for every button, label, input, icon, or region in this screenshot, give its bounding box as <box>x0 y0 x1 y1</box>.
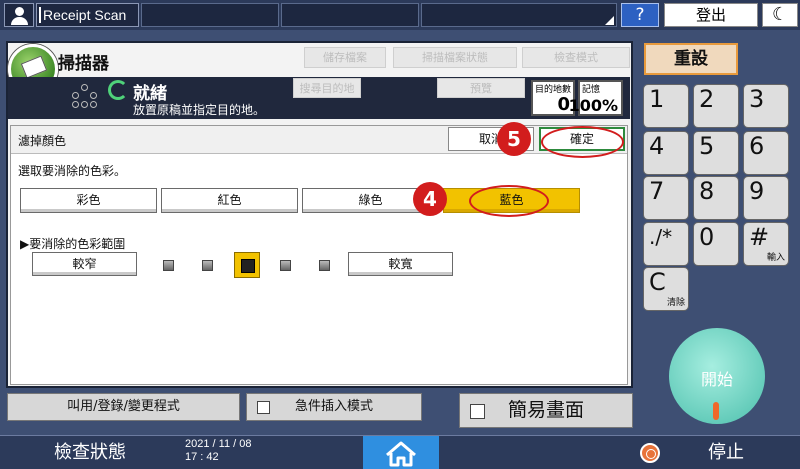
search-destination-button[interactable]: 搜尋目的地 <box>293 78 361 98</box>
key-digit: 4 <box>649 132 665 160</box>
program-button[interactable]: 叫用/登錄/變更程式 <box>7 393 240 421</box>
checkbox-icon <box>470 404 485 419</box>
key-5[interactable]: 5 <box>693 131 739 175</box>
help-button[interactable]: ? <box>621 3 659 27</box>
time-text: 17 : 42 <box>185 451 219 463</box>
reset-button[interactable]: 重設 <box>644 43 738 75</box>
key-digit: 7 <box>649 177 665 205</box>
moon-icon: ☾ <box>772 4 789 25</box>
top-bar-slot <box>141 3 279 27</box>
top-bar-slot <box>281 3 419 27</box>
start-indicator <box>713 402 719 420</box>
key-3[interactable]: 3 <box>743 84 789 128</box>
user-icon[interactable] <box>4 3 34 27</box>
key-enter[interactable]: # 輸入 <box>743 222 789 266</box>
key-1[interactable]: 1 <box>643 84 689 128</box>
instruction-text: 選取要消除的色彩。 <box>18 164 127 178</box>
key-digit: 2 <box>699 85 715 113</box>
key-digit: 9 <box>749 177 765 205</box>
color-option-red[interactable]: 紅色 <box>161 188 298 213</box>
logout-button[interactable]: 登出 <box>664 3 758 27</box>
highlight-circle <box>469 185 549 217</box>
date-text: 2021 / 11 / 08 <box>185 438 252 450</box>
stop-icon <box>640 443 660 463</box>
key-digit: ./* <box>649 225 673 249</box>
key-2[interactable]: 2 <box>693 84 739 128</box>
range-level-1[interactable] <box>163 260 174 271</box>
stop-label: 停止 <box>708 442 744 463</box>
app-tab-label: Receipt Scan <box>43 7 127 23</box>
key-digit: 8 <box>699 177 715 205</box>
key-tone[interactable]: ./* <box>643 222 689 266</box>
checkbox-icon <box>257 401 270 414</box>
check-mode-button[interactable]: 檢查模式 <box>522 47 630 68</box>
range-level-5[interactable] <box>319 260 330 271</box>
key-7[interactable]: 7 <box>643 176 689 220</box>
range-level-4[interactable] <box>280 260 291 271</box>
key-digit: # <box>749 223 770 251</box>
key-8[interactable]: 8 <box>693 176 739 220</box>
settings-dots-icon <box>72 84 98 110</box>
key-digit: 1 <box>649 85 665 113</box>
memory-label: 記憶 <box>582 85 601 95</box>
page-title: 掃描器 <box>58 54 109 74</box>
highlight-circle <box>541 126 624 158</box>
interrupt-label: 急件插入模式 <box>294 399 373 414</box>
key-0[interactable]: 0 <box>693 222 739 266</box>
stop-button[interactable]: 停止 <box>620 436 800 469</box>
resize-corner-icon <box>605 16 614 25</box>
callout-4: 4 <box>413 182 447 216</box>
check-status-button[interactable]: 檢查狀態 <box>0 436 180 469</box>
interrupt-button[interactable]: 急件插入模式 <box>246 393 422 421</box>
key-digit: 5 <box>699 132 715 160</box>
dialog-header <box>11 126 627 154</box>
key-digit: 0 <box>699 223 715 251</box>
datetime: 2021 / 11 / 08 17 : 42 <box>185 438 251 464</box>
save-file-button[interactable]: 儲存檔案 <box>304 47 386 68</box>
key-sub-label: 輸入 <box>766 253 785 263</box>
memory-value: 100% <box>568 96 618 115</box>
key-digit: 3 <box>749 85 765 113</box>
document-icon <box>20 55 48 79</box>
key-6[interactable]: 6 <box>743 131 789 175</box>
callout-5: 5 <box>497 122 531 156</box>
home-icon <box>386 441 416 467</box>
range-level-2[interactable] <box>202 260 213 271</box>
app-tab-receipt-scan[interactable]: Receipt Scan <box>36 3 139 27</box>
start-label: 開始 <box>700 370 733 389</box>
home-button[interactable] <box>363 436 439 469</box>
memory-indicator: 記憶 100% <box>569 80 623 116</box>
scan-file-status-button[interactable]: 掃描檔案狀態 <box>393 47 517 68</box>
key-9[interactable]: 9 <box>743 176 789 220</box>
simple-screen-label: 簡易畫面 <box>507 399 584 421</box>
energy-saver-button[interactable]: ☾ <box>762 3 798 27</box>
ready-status-icon <box>108 80 128 100</box>
key-digit: 6 <box>749 132 765 160</box>
status-hint: 放置原稿並指定目的地。 <box>133 103 266 117</box>
key-clear[interactable]: C 清除 <box>643 267 689 311</box>
range-level-3-selected[interactable] <box>234 252 260 278</box>
color-option-full-color[interactable]: 彩色 <box>20 188 157 213</box>
key-digit: C <box>649 268 666 296</box>
simple-screen-button[interactable]: 簡易畫面 <box>459 393 633 428</box>
wider-button[interactable]: 較寬 <box>348 252 453 276</box>
top-bar-slot <box>421 3 617 27</box>
range-label: ▶要消除的色彩範圍 <box>20 237 126 251</box>
key-sub-label: 清除 <box>666 298 685 308</box>
key-4[interactable]: 4 <box>643 131 689 175</box>
preview-button[interactable]: 預覽 <box>437 78 525 98</box>
narrower-button[interactable]: 較窄 <box>32 252 137 276</box>
dialog-title: 濾掉顏色 <box>18 134 67 148</box>
